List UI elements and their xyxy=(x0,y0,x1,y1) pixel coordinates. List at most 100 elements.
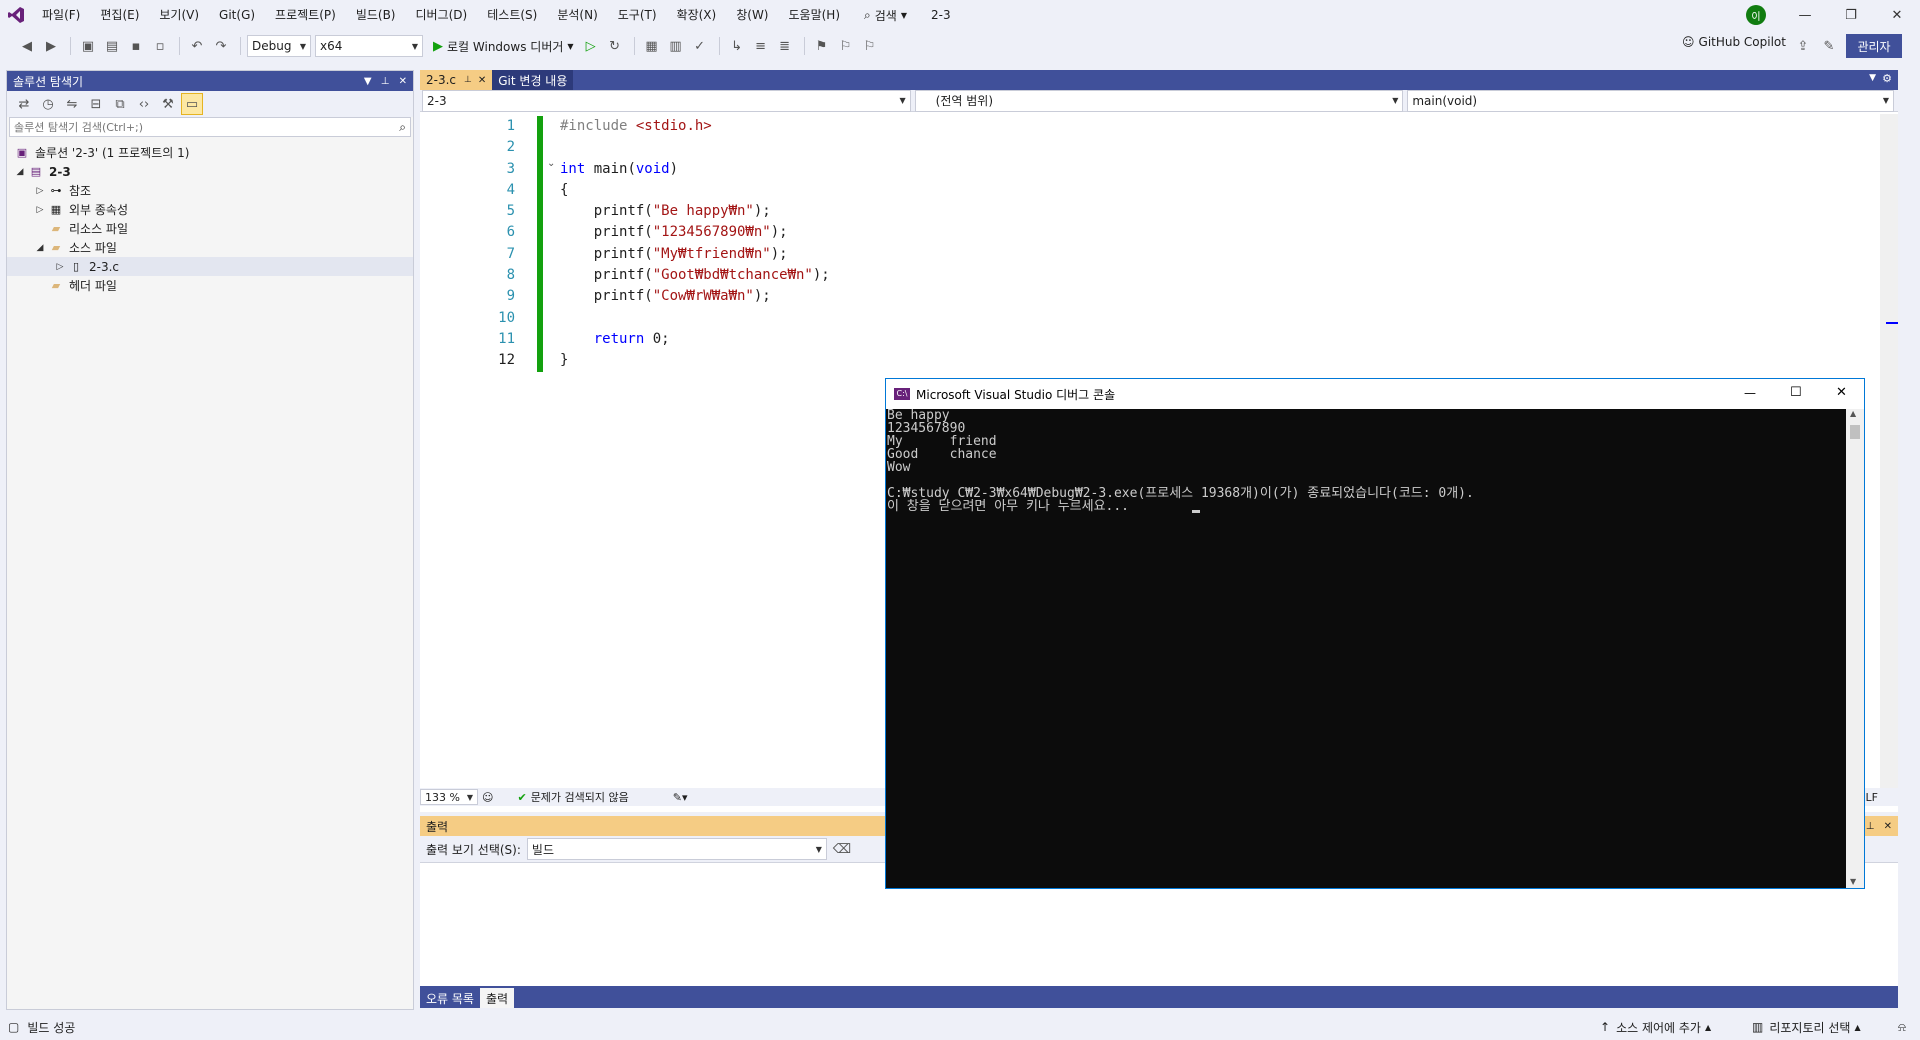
solution-search-input[interactable]: 솔루션 탐색기 검색(Ctrl+;) ⌕ xyxy=(9,117,411,137)
feedback-icon[interactable]: ✎ xyxy=(1818,35,1840,57)
next-bookmark-icon[interactable]: ⚐ xyxy=(859,35,881,57)
tree-item-header-files[interactable]: ▰ 헤더 파일 xyxy=(7,276,413,295)
code-cleanup-icon[interactable]: ✎▾ xyxy=(673,791,688,804)
switch-views-icon[interactable]: ⇄ xyxy=(13,93,35,115)
menu-item[interactable]: 보기(V) xyxy=(149,0,209,30)
open-folder-icon[interactable]: ▤ xyxy=(101,35,123,57)
platform-select[interactable]: x64 ▼ xyxy=(315,35,423,57)
maximize-button[interactable]: ❐ xyxy=(1828,0,1874,30)
new-project-icon[interactable]: ▣ xyxy=(77,35,99,57)
code-line[interactable]: int main(void) xyxy=(560,159,830,180)
save-icon[interactable]: ▪ xyxy=(125,35,147,57)
tree-item-solution[interactable]: ▣ 솔루션 '2-3' (1 프로젝트의 1) xyxy=(7,143,413,162)
debug-console-window[interactable]: C:\ Microsoft Visual Studio 디버그 콘솔 — ☐ ✕… xyxy=(885,378,1865,889)
console-title-bar[interactable]: C:\ Microsoft Visual Studio 디버그 콘솔 — ☐ ✕ xyxy=(886,379,1864,409)
minimize-button[interactable]: — xyxy=(1744,386,1756,400)
member-nav-select[interactable]: main(void) ▼ xyxy=(1407,89,1895,112)
menu-item[interactable]: 프로젝트(P) xyxy=(265,0,346,30)
tree-item-external-dependencies[interactable]: ▷ ▦ 외부 종속성 xyxy=(7,200,413,219)
tab-git-changes[interactable]: Git 변경 내용 xyxy=(492,70,574,90)
menu-item[interactable]: 디버그(D) xyxy=(406,0,478,30)
add-to-source-control-button[interactable]: ↑ 소스 제어에 추가 ▲ xyxy=(1600,1019,1711,1036)
forward-icon[interactable]: ▶ xyxy=(40,35,62,57)
menu-item[interactable]: 창(W) xyxy=(726,0,778,30)
sync-icon[interactable]: ⇋ xyxy=(61,93,83,115)
tree-item-resource-files[interactable]: ▰ 리소스 파일 xyxy=(7,219,413,238)
gear-icon[interactable]: ⚙ xyxy=(1882,72,1892,85)
step-icon[interactable]: ↳ xyxy=(726,35,748,57)
tab-error-list[interactable]: 오류 목록 xyxy=(420,988,480,1008)
copilot-status-icon[interactable]: ☺ xyxy=(482,791,493,804)
redo-icon[interactable]: ↷ xyxy=(210,35,232,57)
start-debugging-button[interactable]: ▶ 로컬 Windows 디버거 ▼ xyxy=(433,38,574,55)
properties-icon[interactable]: ⚒ xyxy=(157,93,179,115)
share-icon[interactable]: ⇪ xyxy=(1792,35,1814,57)
select-repository-button[interactable]: ▥ 리포지토리 선택 ▲ xyxy=(1752,1019,1861,1036)
close-icon[interactable]: ✕ xyxy=(1884,821,1892,832)
pin-icon[interactable]: ⊥ xyxy=(381,76,390,87)
code-line[interactable]: printf("My₩tfriend₩n"); xyxy=(560,244,830,265)
output-source-select[interactable]: 빌드 ▼ xyxy=(526,838,827,860)
notifications-icon[interactable]: ⍾ xyxy=(1898,1020,1906,1035)
collapse-all-icon[interactable]: ⊟ xyxy=(85,93,107,115)
close-button[interactable]: ✕ xyxy=(1836,385,1847,400)
menu-item[interactable]: 빌드(B) xyxy=(346,0,406,30)
menu-item[interactable]: 테스트(S) xyxy=(477,0,547,30)
scroll-thumb[interactable] xyxy=(1850,425,1860,439)
clear-output-icon[interactable]: ⌫ xyxy=(831,838,853,860)
spell-check-icon[interactable]: ✓ xyxy=(689,35,711,57)
save-all-icon[interactable]: ▫ xyxy=(149,35,171,57)
expanded-arrow-icon[interactable]: ◢ xyxy=(13,167,27,177)
pane-menu-icon[interactable]: ▼ xyxy=(364,76,372,87)
scroll-down-icon[interactable]: ▼ xyxy=(1850,877,1856,886)
hot-reload-icon[interactable]: ↻ xyxy=(604,35,626,57)
tab-output[interactable]: 출력 xyxy=(479,988,515,1008)
history-icon[interactable]: ◷ xyxy=(37,93,59,115)
tree-item-c-file[interactable]: ▷ ▯ 2-3.c xyxy=(7,257,413,276)
tab-overflow-icon[interactable]: ▼ xyxy=(1869,73,1876,83)
comment-icon[interactable]: ≡ xyxy=(750,35,772,57)
zoom-select[interactable]: 133 % ▼ xyxy=(420,789,478,805)
menu-item[interactable]: 편집(E) xyxy=(90,0,149,30)
admin-badge[interactable]: 관리자 xyxy=(1846,34,1902,58)
code-line[interactable] xyxy=(560,137,830,158)
issues-status[interactable]: 문제가 검색되지 않음 xyxy=(531,789,629,805)
code-line[interactable] xyxy=(560,308,830,329)
undo-icon[interactable]: ↶ xyxy=(186,35,208,57)
pin-icon[interactable]: ⊥ xyxy=(1866,821,1875,832)
tree-item-project[interactable]: ◢ ▤ 2-3 xyxy=(7,162,413,181)
console-scrollbar[interactable]: ▲ ▼ xyxy=(1846,409,1864,888)
menu-item[interactable]: 파일(F) xyxy=(32,0,90,30)
editor-scrollbar[interactable] xyxy=(1880,114,1898,788)
avatar[interactable]: 이 xyxy=(1746,5,1766,25)
expanded-arrow-icon[interactable]: ◢ xyxy=(33,243,47,253)
search-box[interactable]: ⌕ 검색 ▼ xyxy=(864,7,907,24)
scroll-up-icon[interactable]: ▲ xyxy=(1850,409,1856,418)
code-line[interactable]: #include <stdio.h> xyxy=(560,116,830,137)
code-line[interactable]: printf("1234567890₩n"); xyxy=(560,222,830,243)
close-button[interactable]: ✕ xyxy=(1874,0,1920,30)
layout-icon[interactable]: ▥ xyxy=(665,35,687,57)
project-nav-select[interactable]: 2-3 ▼ xyxy=(422,89,911,112)
collapsed-arrow-icon[interactable]: ▷ xyxy=(33,186,47,196)
menu-item[interactable]: 분석(N) xyxy=(547,0,607,30)
show-all-files-icon[interactable]: ⧉ xyxy=(109,93,131,115)
scope-nav-select[interactable]: (전역 범위) ▼ xyxy=(914,89,1404,112)
previous-bookmark-icon[interactable]: ⚐ xyxy=(835,35,857,57)
maximize-button[interactable]: ☐ xyxy=(1790,385,1802,400)
github-copilot-button[interactable]: ☺ GitHub Copilot xyxy=(1682,35,1786,49)
menu-item[interactable]: 확장(X) xyxy=(667,0,727,30)
collapsed-arrow-icon[interactable]: ▷ xyxy=(33,205,47,215)
menu-item[interactable]: Git(G) xyxy=(209,0,265,30)
bookmark-icon[interactable]: ⚑ xyxy=(811,35,833,57)
close-icon[interactable]: ✕ xyxy=(399,76,407,87)
collapse-icon[interactable]: ⌄ xyxy=(547,158,555,169)
tree-item-references[interactable]: ▷ ⊶ 참조 xyxy=(7,181,413,200)
code-line[interactable]: { xyxy=(560,180,830,201)
uncomment-icon[interactable]: ≣ xyxy=(774,35,796,57)
tree-item-source-files[interactable]: ◢ ▰ 소스 파일 xyxy=(7,238,413,257)
browse-folder-icon[interactable]: ▦ xyxy=(641,35,663,57)
code-line[interactable]: printf("Goot₩bd₩tchance₩n"); xyxy=(560,265,830,286)
minimize-button[interactable]: — xyxy=(1782,0,1828,30)
close-icon[interactable]: ✕ xyxy=(478,75,486,86)
